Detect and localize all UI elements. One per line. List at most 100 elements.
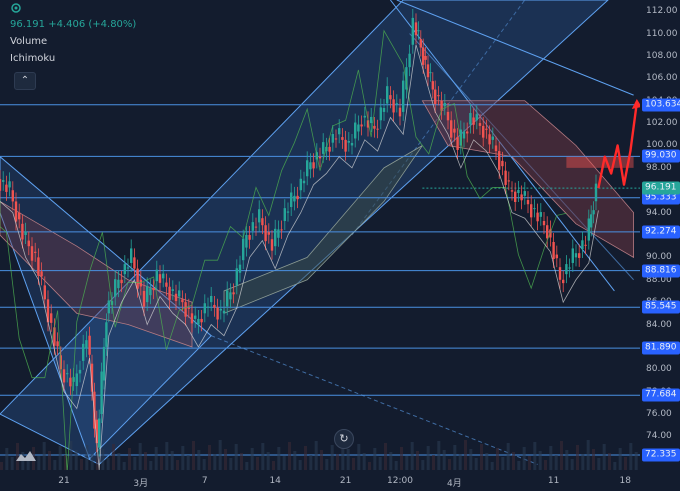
candle-body (27, 240, 30, 247)
volume-bar (565, 450, 569, 470)
candle-body (419, 39, 422, 48)
candle-body (398, 107, 402, 117)
volume-bar (421, 460, 425, 470)
candle-body (66, 373, 69, 375)
level-badge-8: 72.335 (642, 448, 680, 462)
candle-body (232, 292, 235, 295)
volume-bar (85, 445, 89, 470)
candle-body (562, 279, 565, 284)
candle-body (238, 264, 242, 273)
volume-bar (554, 455, 558, 470)
candle-body (18, 212, 21, 220)
candle-body (105, 322, 108, 347)
volume-bar (202, 459, 206, 470)
volume-bar (320, 450, 323, 470)
volume-bar (112, 444, 115, 470)
level-badge-3: 92.274 (642, 225, 680, 239)
candle-body (494, 145, 498, 152)
chevron-up-icon: ⌃ (20, 75, 30, 86)
candle-body (309, 162, 312, 170)
volume-bar (517, 461, 521, 470)
volume-bar (0, 462, 3, 470)
candle-body (117, 279, 120, 289)
volume-bar (69, 441, 73, 470)
candle-body (434, 89, 437, 105)
candle-body (286, 211, 290, 213)
volume-bar (357, 444, 361, 470)
volume-bar (181, 446, 185, 470)
price-tick-11: 90.00 (646, 252, 672, 263)
chart-canvas[interactable] (0, 0, 680, 491)
candle-body (277, 229, 280, 238)
volume-bar (176, 460, 179, 470)
candle-body (568, 267, 571, 269)
volume-bar (245, 462, 249, 470)
candle-body (267, 232, 270, 235)
candle-body (523, 191, 526, 196)
volume-bar (53, 460, 57, 470)
price-tick-18: 76.00 (646, 409, 672, 420)
candle-body (126, 267, 130, 269)
time-tick-5: 12:00 (387, 476, 413, 486)
candle-body (102, 346, 106, 381)
volume-bar (170, 451, 174, 470)
candle-body (469, 113, 472, 125)
candle-body (242, 238, 245, 261)
candle-body (334, 138, 338, 140)
candle-body (136, 268, 139, 289)
candle-body (392, 99, 395, 113)
candle-body (453, 128, 456, 133)
last-price-badge: 96.191 (642, 181, 680, 195)
collapse-legend-button[interactable]: ⌃ (14, 72, 36, 90)
time-tick-0: 21 (58, 476, 70, 486)
candle-body (30, 246, 34, 261)
volume-bar (533, 442, 537, 470)
candle-body (24, 231, 27, 235)
level-badge-4: 88.816 (642, 264, 680, 278)
candle-body (450, 120, 453, 138)
volume-bar (538, 451, 542, 470)
volume-bar (453, 445, 457, 470)
volume-bar (58, 446, 62, 470)
volume-bar (496, 448, 499, 470)
price-tick-5: 102.00 (646, 118, 678, 129)
legend-indicator-volume[interactable]: Volume (10, 33, 136, 50)
candle-body (539, 212, 542, 217)
candle-body (142, 290, 146, 307)
settings-icon[interactable] (10, 2, 22, 14)
volume-bar (368, 462, 371, 470)
volume-bar (570, 459, 574, 470)
candle-body (446, 111, 450, 121)
candle-body (280, 229, 283, 231)
volume-bar (576, 445, 579, 470)
candle-body (216, 307, 219, 320)
candle-body (370, 116, 373, 124)
candle-body (443, 102, 446, 107)
volume-bar (261, 443, 265, 470)
volume-bar (218, 440, 222, 470)
price-tick-14: 84.00 (646, 319, 672, 330)
candle-body (530, 204, 533, 218)
volume-bar (458, 454, 462, 470)
legend-indicator-ichimoku[interactable]: Ichimoku (10, 50, 136, 67)
reset-chart-button[interactable]: ↻ (334, 429, 354, 449)
level-badge-6: 81.890 (642, 341, 680, 355)
candle-body (542, 221, 546, 226)
volume-bar (42, 442, 46, 470)
candle-body (149, 288, 152, 296)
candle-body (107, 300, 110, 314)
volume-bar (549, 446, 553, 470)
candle-body (251, 222, 254, 231)
volume-bar (266, 452, 270, 470)
candle-body (270, 239, 274, 251)
dashed-diagonal (211, 335, 538, 465)
candle-body (171, 289, 174, 291)
time-axis[interactable] (0, 470, 640, 491)
candle-body (584, 244, 587, 246)
volume-bar (309, 455, 313, 470)
tradingview-logo-icon[interactable] (14, 448, 38, 464)
volume-bar (293, 451, 297, 470)
candle-body (395, 103, 398, 105)
candle-body (426, 64, 430, 78)
volume-bar (629, 443, 633, 470)
